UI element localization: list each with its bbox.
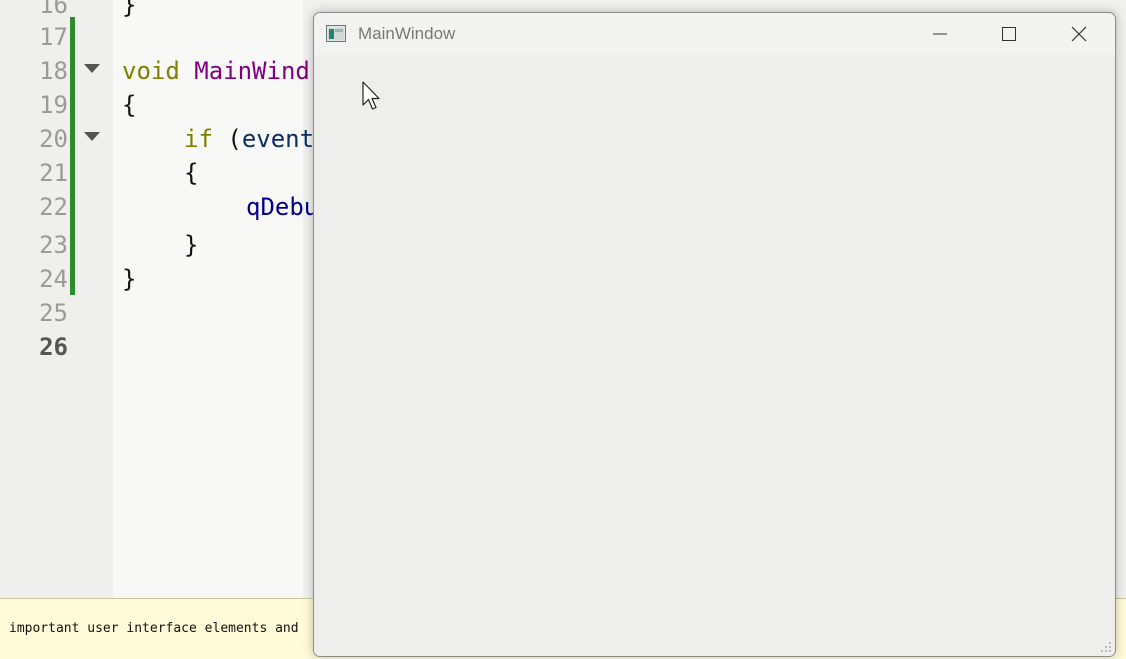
minimize-button[interactable] [910, 13, 970, 55]
line-number-17: 17 [39, 23, 68, 51]
line-number-22: 22 [39, 193, 68, 221]
line-number-25: 25 [39, 299, 68, 327]
editor-gutter: 16 17 18 19 20 21 22 23 24 25 26 [0, 0, 113, 598]
line-number-20: 20 [39, 125, 68, 153]
title-bar[interactable]: MainWindow [314, 13, 1115, 55]
hint-text: important user interface elements and [9, 621, 299, 636]
maximize-icon [1002, 27, 1016, 41]
window-title: MainWindow [358, 24, 456, 43]
code-line-23: } [184, 231, 199, 259]
change-marker [70, 17, 75, 295]
code-line-21: { [184, 159, 199, 187]
line-number-23: 23 [39, 231, 68, 259]
line-number-18: 18 [39, 57, 68, 85]
line-number-21: 21 [39, 159, 68, 187]
close-icon [1071, 26, 1087, 42]
code-line-19: { [122, 91, 137, 119]
code-line-16: } [122, 0, 137, 19]
code-line-18: void MainWind [122, 57, 310, 85]
code-line-22: qDebu [246, 193, 319, 221]
resize-grip-icon[interactable] [1100, 641, 1112, 653]
mouse-cursor-icon [362, 81, 380, 110]
close-button[interactable] [1049, 13, 1109, 55]
line-number-26: 26 [39, 333, 68, 361]
code-line-24: } [122, 265, 137, 293]
minimize-icon [933, 33, 947, 35]
line-number-16: 16 [39, 0, 68, 19]
window-client-area[interactable] [314, 55, 1115, 656]
fold-arrow-icon[interactable] [84, 132, 100, 141]
maximize-button[interactable] [979, 13, 1039, 55]
fold-arrow-icon[interactable] [84, 64, 100, 73]
code-line-20: if (event [184, 125, 315, 153]
main-window[interactable]: MainWindow [313, 12, 1116, 657]
app-window-icon [326, 25, 346, 42]
line-number-19: 19 [39, 91, 68, 119]
line-number-24: 24 [39, 265, 68, 293]
code-text-area[interactable] [113, 0, 303, 598]
